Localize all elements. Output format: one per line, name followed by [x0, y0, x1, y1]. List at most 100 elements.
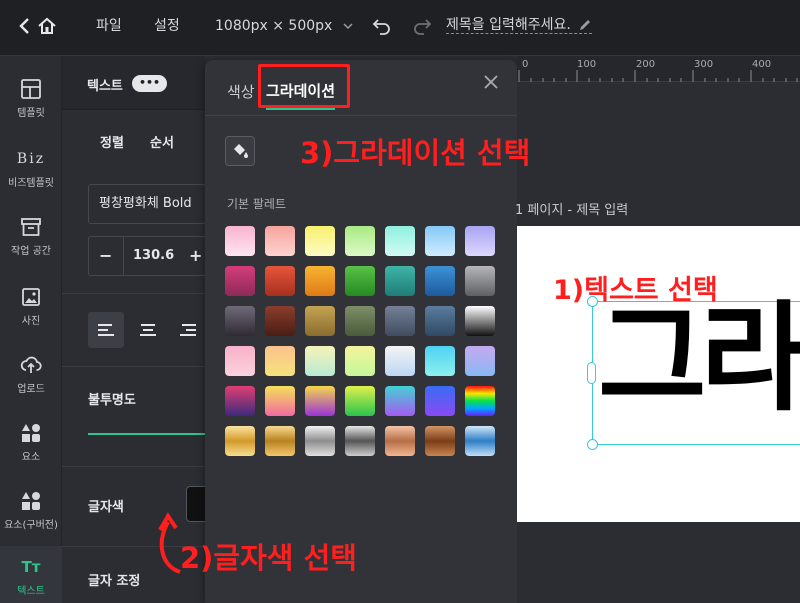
gradient-swatch[interactable] [465, 426, 495, 456]
resize-handle[interactable] [587, 439, 598, 450]
font-family-select[interactable]: 평창평화체 Bold [88, 184, 218, 224]
gradient-swatch[interactable] [385, 426, 415, 456]
canvas-size-value: 1080px × 500px [215, 18, 333, 34]
plus-icon[interactable]: + [189, 246, 202, 265]
gradient-swatch[interactable] [225, 346, 255, 376]
rail-item-label: 요소(구버전) [4, 520, 58, 531]
rail-item-templates[interactable]: 템플릿 [0, 66, 62, 136]
canvas-text: 그라 [598, 289, 800, 427]
gradient-swatch[interactable] [265, 426, 295, 456]
gradient-swatch[interactable] [385, 386, 415, 416]
opacity-slider[interactable] [88, 433, 205, 435]
gradient-swatch[interactable] [465, 386, 495, 416]
order-tab[interactable]: 순서 [150, 132, 174, 151]
paint-bucket-button[interactable] [225, 136, 255, 166]
gradient-swatch[interactable] [465, 226, 495, 256]
font-size-stepper[interactable]: − 130.6 + [88, 236, 218, 276]
gradient-swatch[interactable] [425, 346, 455, 376]
gradient-swatch[interactable] [345, 346, 375, 376]
palette-label: 기본 팔레트 [227, 197, 287, 211]
undo-icon[interactable] [372, 0, 392, 52]
more-options-button[interactable]: ••• [132, 75, 168, 92]
gradient-swatch[interactable] [345, 386, 375, 416]
top-bar: 파일 설정 1080px × 500px 제목을 입력해주세요. [0, 0, 800, 56]
canvas-size-dropdown[interactable]: 1080px × 500px [215, 0, 353, 52]
tab-color[interactable]: 색상 [227, 70, 255, 114]
gradient-swatch[interactable] [345, 426, 375, 456]
gradient-swatch[interactable] [225, 306, 255, 336]
gradient-swatch[interactable] [305, 306, 335, 336]
rail-item-elements-old[interactable]: 요소(구버전) [0, 478, 62, 548]
gradient-swatch[interactable] [265, 346, 295, 376]
upload-icon [20, 356, 42, 373]
align-left-button[interactable] [88, 312, 124, 348]
back-icon[interactable] [18, 0, 32, 52]
rail-item-label: 업로드 [17, 384, 45, 395]
ruler-tick: 400 [752, 59, 772, 70]
home-icon[interactable] [37, 0, 57, 52]
gradient-swatch[interactable] [345, 226, 375, 256]
gradient-swatch[interactable] [425, 386, 455, 416]
gradient-swatch[interactable] [425, 426, 455, 456]
align-tab[interactable]: 정렬 [100, 132, 124, 151]
redo-icon[interactable] [412, 0, 432, 52]
rail-item-elements[interactable]: 요소 [0, 410, 62, 480]
gradient-swatch[interactable] [225, 266, 255, 296]
close-icon[interactable] [483, 74, 499, 94]
minus-icon[interactable]: − [99, 246, 112, 265]
gradient-swatch[interactable] [465, 346, 495, 376]
align-right-button[interactable] [172, 312, 205, 348]
text-adjust-label: 글자 조정 [88, 574, 141, 589]
text-panel-header: 텍스트 ••• [62, 56, 205, 110]
gradient-swatch[interactable] [385, 346, 415, 376]
gradient-swatch[interactable] [345, 306, 375, 336]
gradient-swatch[interactable] [425, 226, 455, 256]
gradient-swatch[interactable] [265, 266, 295, 296]
annotation-step-2: 2)글자색 선택 [180, 541, 357, 575]
gradient-swatch[interactable] [305, 346, 335, 376]
selected-text-box[interactable]: 그라 [592, 289, 800, 445]
left-rail: 템플릿 Biz 비즈템플릿 작업 공간 사진 업로드 요소 요소(구버전) Tт… [0, 56, 62, 603]
font-family-value: 평창평화체 Bold [99, 196, 192, 211]
rail-item-workspace[interactable]: 작업 공간 [0, 204, 62, 274]
gradient-swatch[interactable] [225, 226, 255, 256]
gradient-swatch[interactable] [305, 426, 335, 456]
rail-item-label: 작업 공간 [11, 246, 51, 257]
gradient-swatch[interactable] [305, 386, 335, 416]
gradient-swatch[interactable] [265, 226, 295, 256]
paint-bucket-icon [234, 144, 248, 158]
menu-file[interactable]: 파일 [96, 0, 122, 52]
rail-item-photo[interactable]: 사진 [0, 274, 62, 344]
gradient-swatch[interactable] [265, 386, 295, 416]
gradient-swatch[interactable] [305, 226, 335, 256]
text-icon: Tт [21, 558, 41, 576]
gradient-swatch[interactable] [385, 226, 415, 256]
gradient-swatch[interactable] [305, 266, 335, 296]
divider [123, 237, 124, 275]
gradient-swatch[interactable] [465, 306, 495, 336]
align-left-icon [98, 324, 114, 336]
rail-item-upload[interactable]: 업로드 [0, 342, 62, 412]
gradient-swatch[interactable] [425, 266, 455, 296]
text-color-label: 글자색 [88, 500, 124, 515]
gradient-swatch[interactable] [345, 266, 375, 296]
gradient-swatch[interactable] [225, 426, 255, 456]
gradient-swatch[interactable] [265, 306, 295, 336]
menu-settings[interactable]: 설정 [154, 0, 180, 52]
image-icon [22, 288, 40, 306]
text-panel-title: 텍스트 [87, 79, 123, 94]
rail-item-biz-templates[interactable]: Biz 비즈템플릿 [0, 136, 62, 206]
gradient-swatch[interactable] [385, 266, 415, 296]
ruler-ticks [518, 70, 798, 82]
title-placeholder: 제목을 입력해주세요. [446, 17, 571, 33]
align-center-icon [140, 324, 156, 336]
side-handle[interactable] [587, 362, 596, 384]
gradient-swatch[interactable] [385, 306, 415, 336]
align-center-button[interactable] [130, 312, 166, 348]
gradient-swatch[interactable] [225, 386, 255, 416]
page-label: 1 페이지 - 제목 입력 [515, 203, 629, 218]
gradient-swatch[interactable] [425, 306, 455, 336]
gradient-swatch[interactable] [465, 266, 495, 296]
rail-item-text[interactable]: Tт 텍스트 [0, 546, 62, 603]
title-input[interactable]: 제목을 입력해주세요. [446, 0, 593, 34]
